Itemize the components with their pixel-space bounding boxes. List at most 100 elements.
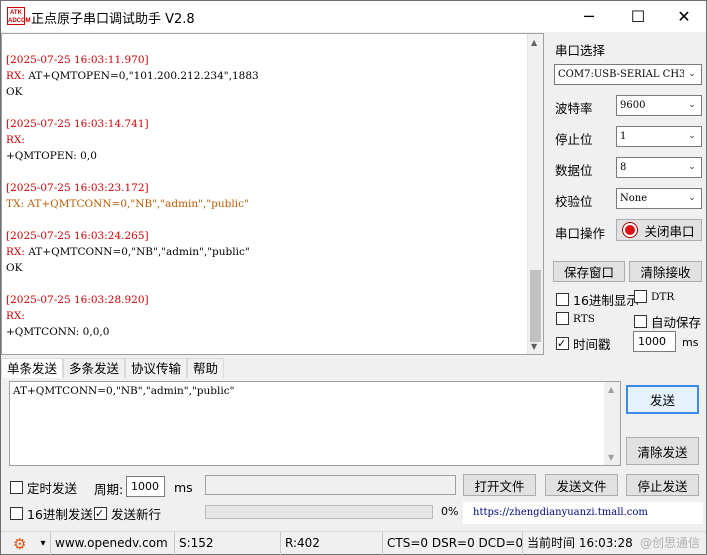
receive-log-scrollbar[interactable]: ▲ ▼ xyxy=(527,34,543,354)
stop-bits-select[interactable]: 1 ⌄ xyxy=(616,126,702,147)
timed-send-label: 定时发送 xyxy=(27,481,78,496)
dtr-checkbox[interactable]: DTR xyxy=(634,290,674,303)
status-bar: ⚙ ▾ www.openedv.com S:152 R:402 CTS=0 DS… xyxy=(1,531,706,555)
receive-log-content: [2025-07-25 16:03:11.970] RX: AT+QMTOPEN=… xyxy=(6,52,526,340)
period-label: 周期: xyxy=(94,482,124,497)
period-unit: ms xyxy=(174,480,193,495)
checkbox-box-checked[interactable] xyxy=(556,337,569,350)
stop-send-button[interactable]: 停止发送 xyxy=(626,474,699,496)
data-bits-select[interactable]: 8 ⌄ xyxy=(616,157,702,178)
scroll-down-icon[interactable]: ▼ xyxy=(531,342,537,351)
watermark: @创思通信 xyxy=(639,536,700,550)
tab-help[interactable]: 帮助 xyxy=(187,358,225,378)
log-line: TX: AT+QMTCONN=0,"NB","admin","public" xyxy=(6,196,526,212)
chevron-down-icon: ⌄ xyxy=(684,128,700,145)
parity-select[interactable]: None ⌄ xyxy=(616,188,702,209)
timestamp-checkbox[interactable]: 时间戳 xyxy=(556,334,611,353)
log-blank-line xyxy=(6,212,526,228)
log-line-text: OK xyxy=(6,262,23,274)
timed-send-checkbox[interactable]: 定时发送 xyxy=(10,478,77,497)
window-title: 正点原子串口调试助手 V2.8 xyxy=(31,12,195,27)
tab-single-send[interactable]: 单条发送 xyxy=(1,358,64,378)
timestamp-interval-input[interactable]: 1000 xyxy=(633,331,676,352)
log-line-text: RX: xyxy=(6,134,25,146)
log-line-text: +QMTOPEN: 0,0 xyxy=(6,150,97,162)
sent-count: S:152 xyxy=(175,532,281,555)
send-input-scrollbar[interactable]: ▲ ▼ xyxy=(604,382,620,465)
rts-checkbox[interactable]: RTS xyxy=(556,312,595,325)
send-input-text: AT+QMTCONN=0,"NB","admin","public" xyxy=(13,385,235,397)
clear-send-button[interactable]: 清除发送 xyxy=(626,437,699,465)
checkbox-box[interactable] xyxy=(10,507,23,520)
close-button[interactable]: ✕ xyxy=(661,1,707,32)
chevron-down-icon: ⌄ xyxy=(684,159,700,176)
dtr-label: DTR xyxy=(651,290,675,303)
chevron-down-icon[interactable]: ▾ xyxy=(40,533,45,555)
checkbox-box[interactable] xyxy=(556,293,569,306)
website-link[interactable]: www.openedv.com xyxy=(51,532,175,555)
gear-icon[interactable]: ⚙ xyxy=(13,533,26,555)
parity-label: 校验位 xyxy=(555,194,593,209)
tab-multi-send[interactable]: 多条发送 xyxy=(63,358,126,378)
port-select[interactable]: COM7:USB-SERIAL CH340 ⌄ xyxy=(554,64,702,85)
checkbox-box[interactable] xyxy=(634,315,647,328)
hex-display-checkbox[interactable]: 16进制显示 xyxy=(556,290,639,309)
scroll-thumb[interactable] xyxy=(530,270,541,342)
open-file-button[interactable]: 打开文件 xyxy=(463,474,536,496)
store-link[interactable]: https://zhengdianyuanzi.tmall.com xyxy=(463,502,703,524)
send-input[interactable]: AT+QMTCONN=0,"NB","admin","public" ▲ ▼ xyxy=(9,381,621,466)
checkbox-box[interactable] xyxy=(10,481,23,494)
file-path-input[interactable] xyxy=(205,475,456,495)
log-line: RX: AT+QMTOPEN=0,"101.200.212.234",1883 xyxy=(6,68,526,84)
hex-send-label: 16进制发送 xyxy=(27,507,93,522)
hex-send-checkbox[interactable]: 16进制发送 xyxy=(10,504,93,523)
data-bits-label: 数据位 xyxy=(555,163,593,178)
modem-signals: CTS=0 DSR=0 DCD=0 xyxy=(383,532,523,555)
baud-select-value: 9600 xyxy=(620,100,646,111)
maximize-button[interactable]: ☐ xyxy=(615,1,661,32)
log-line-text: [2025-07-25 16:03:24.265] xyxy=(6,230,149,242)
title-bar: ATK ADCOM 正点原子串口调试助手 V2.8 ─ ☐ ✕ xyxy=(1,1,706,32)
save-window-button[interactable]: 保存窗口 xyxy=(553,261,625,282)
send-tabs: 单条发送 多条发送 协议传输 帮助 xyxy=(1,358,225,378)
log-line-text: [2025-07-25 16:03:11.970] xyxy=(6,54,149,66)
log-line-payload: AT+QMTCONN=0,"NB","admin","public" xyxy=(28,246,250,258)
tab-protocol[interactable]: 协议传输 xyxy=(125,358,188,378)
send-progress-text: 0% xyxy=(441,505,459,518)
log-blank-line xyxy=(6,164,526,180)
log-line-text: [2025-07-25 16:03:28.920] xyxy=(6,294,149,306)
receive-log[interactable]: [2025-07-25 16:03:11.970] RX: AT+QMTOPEN=… xyxy=(1,33,544,355)
scroll-down-icon[interactable]: ▼ xyxy=(608,453,614,462)
app-logo-icon: ATK ADCOM xyxy=(7,7,31,25)
log-line: +QMTCONN: 0,0,0 xyxy=(6,324,526,340)
log-line-text: +QMTCONN: 0,0,0 xyxy=(6,326,110,338)
log-line-text: RX: xyxy=(6,246,29,258)
checkbox-box-checked[interactable] xyxy=(94,507,107,520)
log-line: [2025-07-25 16:03:24.265] xyxy=(6,228,526,244)
scroll-up-icon[interactable]: ▲ xyxy=(531,38,537,47)
log-line-payload: AT+QMTOPEN=0,"101.200.212.234",1883 xyxy=(28,70,259,82)
settings-menu[interactable]: ⚙ ▾ xyxy=(1,532,51,555)
send-progress-bar xyxy=(205,505,433,519)
close-port-button[interactable]: 关闭串口 xyxy=(616,219,702,241)
baud-select[interactable]: 9600 ⌄ xyxy=(616,95,702,116)
checkbox-box[interactable] xyxy=(556,312,569,325)
chevron-down-icon: ⌄ xyxy=(684,97,700,114)
minimize-button[interactable]: ─ xyxy=(566,1,612,32)
log-line: [2025-07-25 16:03:23.172] xyxy=(6,180,526,196)
send-newline-checkbox[interactable]: 发送新行 xyxy=(94,504,161,523)
clear-receive-button[interactable]: 清除接收 xyxy=(629,261,702,282)
auto-save-checkbox[interactable]: 自动保存 xyxy=(634,312,701,331)
send-button[interactable]: 发送 xyxy=(626,385,699,414)
period-input[interactable]: 1000 xyxy=(126,476,165,497)
data-bits-value: 8 xyxy=(620,162,627,173)
log-line: [2025-07-25 16:03:11.970] xyxy=(6,52,526,68)
close-port-label: 关闭串口 xyxy=(644,223,695,239)
log-blank-line xyxy=(6,276,526,292)
checkbox-box[interactable] xyxy=(634,290,647,303)
rts-label: RTS xyxy=(573,312,595,325)
chevron-down-icon: ⌄ xyxy=(684,66,700,83)
log-line-text: [2025-07-25 16:03:23.172] xyxy=(6,182,149,194)
scroll-up-icon[interactable]: ▲ xyxy=(608,385,614,394)
send-file-button[interactable]: 发送文件 xyxy=(545,474,618,496)
